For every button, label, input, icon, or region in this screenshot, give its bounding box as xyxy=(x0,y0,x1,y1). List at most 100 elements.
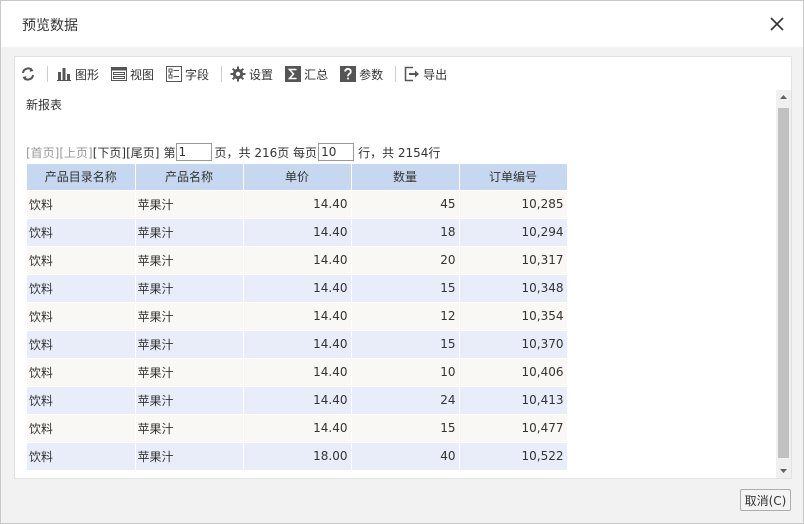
first-page-link[interactable]: [首页] xyxy=(26,144,59,161)
cell-product: 苹果汁 xyxy=(135,441,244,470)
cell-order-id: 10,522 xyxy=(459,441,568,470)
summary-button[interactable]: 汇总 xyxy=(285,63,328,85)
dialog-titlebar: 预览数据 xyxy=(1,1,803,47)
table-row[interactable]: 饮料 苹果汁 14.40 18 10,294 xyxy=(27,217,568,246)
column-header-price[interactable]: 单价 xyxy=(243,164,352,190)
page-prefix: 第 xyxy=(163,145,176,160)
cell-product: 苹果汁 xyxy=(135,245,244,274)
cell-order-id: 10,348 xyxy=(459,273,568,302)
view-icon xyxy=(111,66,128,82)
cell-category: 饮料 xyxy=(27,357,136,386)
report-title: 新报表 xyxy=(26,98,63,112)
table-row[interactable]: 饮料 苹果汁 14.40 12 10,354 xyxy=(27,301,568,330)
table-row[interactable]: 饮料 苹果汁 14.40 20 10,317 xyxy=(27,245,568,274)
cell-order-id: 10,294 xyxy=(459,217,568,246)
cell-order-id: 10,477 xyxy=(459,413,568,442)
cell-product: 苹果汁 xyxy=(135,189,244,218)
cell-category: 饮料 xyxy=(27,273,136,302)
cell-quantity: 24 xyxy=(351,385,460,414)
pagination-bar: [首页] [上页] [下页] [尾页] 第 页，共 216页 每页 行，共 21… xyxy=(26,143,440,161)
cell-order-id: 10,285 xyxy=(459,189,568,218)
cell-price: 14.40 xyxy=(243,217,352,246)
cell-quantity: 15 xyxy=(351,329,460,358)
cell-product: 苹果汁 xyxy=(135,413,244,442)
settings-button[interactable]: 设置 xyxy=(230,63,273,85)
table-row[interactable]: 饮料 苹果汁 14.40 15 10,370 xyxy=(27,329,568,358)
size-suffix: 行，共 2154行 xyxy=(358,145,441,160)
cell-category: 饮料 xyxy=(27,189,136,218)
page-number-input[interactable] xyxy=(175,143,212,161)
cell-category: 饮料 xyxy=(27,217,136,246)
params-button[interactable]: 参数 xyxy=(340,63,383,85)
cell-category: 饮料 xyxy=(27,413,136,442)
cell-product: 苹果汁 xyxy=(135,329,244,358)
toolbar-divider xyxy=(47,66,48,82)
cell-order-id: 10,413 xyxy=(459,385,568,414)
cell-quantity: 12 xyxy=(351,301,460,330)
cell-category: 饮料 xyxy=(27,329,136,358)
preview-dialog: 预览数据 图形 视图 字段 设置 汇总 参数 导出 新报表 [首页] [上页] … xyxy=(0,0,804,524)
column-header-product[interactable]: 产品名称 xyxy=(135,164,244,190)
table-header-row: 产品目录名称 产品名称 单价 数量 订单编号 xyxy=(27,164,568,190)
cell-order-id: 10,354 xyxy=(459,301,568,330)
cell-price: 14.40 xyxy=(243,357,352,386)
toolbar-divider xyxy=(221,66,223,82)
cell-quantity: 15 xyxy=(351,413,460,442)
scroll-up-arrow-icon[interactable] xyxy=(776,90,791,104)
page-size-input[interactable] xyxy=(318,143,355,161)
field-icon xyxy=(166,66,183,82)
export-button-label: 导出 xyxy=(423,67,448,82)
cell-price: 14.40 xyxy=(243,273,352,302)
last-page-link[interactable]: [尾页] xyxy=(126,144,159,161)
gear-icon xyxy=(230,66,246,82)
cell-quantity: 18 xyxy=(351,217,460,246)
view-button[interactable]: 视图 xyxy=(111,63,154,85)
chart-button-label: 图形 xyxy=(75,67,100,82)
cell-quantity: 10 xyxy=(351,357,460,386)
cell-product: 苹果汁 xyxy=(135,385,244,414)
refresh-button[interactable] xyxy=(20,63,39,85)
cell-category: 饮料 xyxy=(27,245,136,274)
table-row[interactable]: 饮料 苹果汁 14.40 45 10,285 xyxy=(27,189,568,218)
toolbar-divider xyxy=(395,66,397,82)
summary-button-label: 汇总 xyxy=(304,67,329,82)
cell-price: 14.40 xyxy=(243,301,352,330)
cell-order-id: 10,317 xyxy=(459,245,568,274)
view-button-label: 视图 xyxy=(130,67,155,82)
table-row[interactable]: 饮料 苹果汁 14.40 15 10,477 xyxy=(27,413,568,442)
prev-page-link[interactable]: [上页] xyxy=(59,144,92,161)
cancel-button[interactable]: 取消(C) xyxy=(740,489,791,511)
cell-category: 饮料 xyxy=(27,441,136,470)
field-button-label: 字段 xyxy=(185,67,210,82)
vertical-scrollbar[interactable] xyxy=(776,90,791,478)
chart-button[interactable]: 图形 xyxy=(56,63,99,85)
table-body: 饮料 苹果汁 14.40 45 10,285 饮料 苹果汁 14.40 18 10,294 饮料 苹果… xyxy=(27,189,568,470)
table-row[interactable]: 饮料 苹果汁 14.40 24 10,413 xyxy=(27,385,568,414)
column-header-category[interactable]: 产品目录名称 xyxy=(27,164,136,190)
scroll-down-arrow-icon[interactable] xyxy=(776,464,791,478)
cell-price: 14.40 xyxy=(243,413,352,442)
cell-quantity: 15 xyxy=(351,273,460,302)
field-button[interactable]: 字段 xyxy=(166,63,209,85)
table-row[interactable]: 饮料 苹果汁 14.40 10 10,406 xyxy=(27,357,568,386)
cell-product: 苹果汁 xyxy=(135,217,244,246)
next-page-link[interactable]: [下页] xyxy=(93,144,126,161)
export-button[interactable]: 导出 xyxy=(404,63,447,85)
scrollbar-thumb[interactable] xyxy=(778,108,789,458)
cell-category: 饮料 xyxy=(27,301,136,330)
table-row[interactable]: 饮料 苹果汁 14.40 15 10,348 xyxy=(27,273,568,302)
settings-button-label: 设置 xyxy=(249,67,274,82)
preview-panel: 图形 视图 字段 设置 汇总 参数 导出 新报表 [首页] [上页] [下页] … xyxy=(14,56,792,479)
cell-price: 14.40 xyxy=(243,329,352,358)
question-icon xyxy=(340,66,357,82)
cell-category: 饮料 xyxy=(27,385,136,414)
column-header-quantity[interactable]: 数量 xyxy=(351,164,460,190)
sum-icon xyxy=(285,66,302,82)
cell-quantity: 20 xyxy=(351,245,460,274)
table-row[interactable]: 饮料 苹果汁 18.00 40 10,522 xyxy=(27,441,568,470)
close-icon[interactable] xyxy=(767,14,787,34)
column-header-order-id[interactable]: 订单编号 xyxy=(459,164,568,190)
cell-product: 苹果汁 xyxy=(135,273,244,302)
cell-product: 苹果汁 xyxy=(135,357,244,386)
refresh-icon xyxy=(20,66,36,82)
